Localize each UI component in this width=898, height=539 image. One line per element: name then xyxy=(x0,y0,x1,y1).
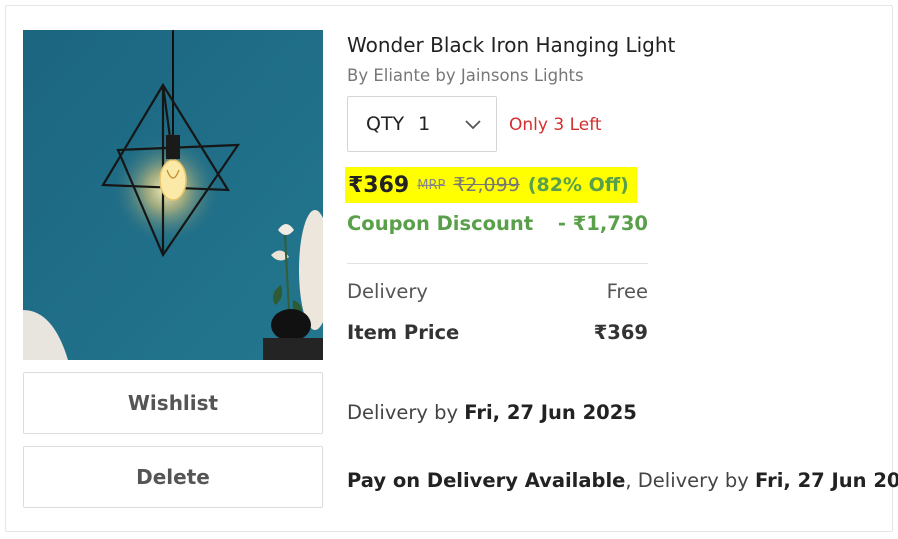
price-divider xyxy=(347,263,648,264)
coupon-discount-value: - ₹1,730 xyxy=(557,212,648,235)
pod-delivery-by-text: , Delivery by xyxy=(625,469,756,492)
delivery-date: Fri, 27 Jun 2025 xyxy=(464,401,637,424)
item-price-label: Item Price xyxy=(347,321,460,344)
price-highlight: ₹369 MRP ₹2,099 (82% Off) xyxy=(345,167,637,203)
coupon-discount-label: Coupon Discount xyxy=(347,212,534,235)
pay-on-delivery-info: Pay on Delivery Available, Delivery by F… xyxy=(347,469,898,492)
delivery-estimate: Delivery by Fri, 27 Jun 2025 xyxy=(347,401,637,424)
delivery-charge-label: Delivery xyxy=(347,280,428,303)
sale-price: ₹369 xyxy=(348,172,410,198)
mrp-price: ₹2,099 xyxy=(453,174,520,196)
mrp-label: MRP xyxy=(417,177,446,193)
delivery-by-text: Delivery by xyxy=(347,401,465,424)
quantity-value: 1 xyxy=(418,113,431,135)
stock-warning: Only 3 Left xyxy=(509,115,602,135)
item-price-value: ₹369 xyxy=(593,321,648,344)
pay-on-delivery-label: Pay on Delivery Available xyxy=(347,469,626,492)
delivery-charge-value: Free xyxy=(606,280,648,303)
quantity-select[interactable]: QTY 1 xyxy=(347,96,497,152)
delete-button-label: Delete xyxy=(136,465,210,489)
product-title[interactable]: Wonder Black Iron Hanging Light xyxy=(347,33,675,57)
product-image[interactable] xyxy=(23,30,323,360)
delete-button[interactable]: Delete xyxy=(23,446,323,508)
discount-percent: (82% Off) xyxy=(527,174,629,196)
pendant-lamp-photo xyxy=(23,30,323,360)
chevron-down-icon xyxy=(465,120,481,130)
product-brand: By Eliante by Jainsons Lights xyxy=(347,66,584,85)
quantity-label: QTY xyxy=(366,113,405,135)
wishlist-button-label: Wishlist xyxy=(127,391,219,415)
pod-delivery-date: Fri, 27 Jun 2025 xyxy=(755,469,898,492)
wishlist-button[interactable]: Wishlist xyxy=(23,372,323,434)
